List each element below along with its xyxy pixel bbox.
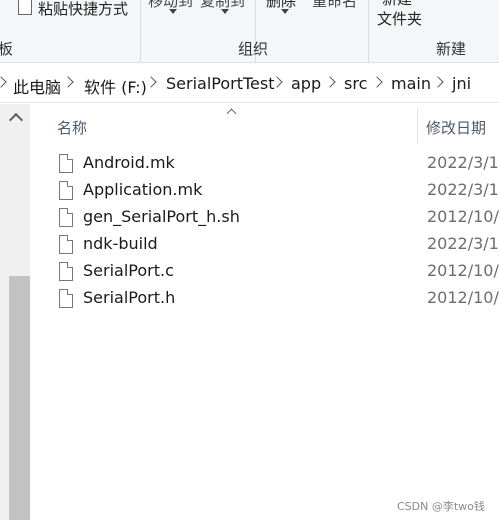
breadcrumb[interactable]: 此电脑 软件 (F:) SerialPortTest app src main … (0, 66, 499, 103)
file-row[interactable]: gen_SerialPort_h.sh 2012/10/3 (30, 205, 499, 232)
scrollbar-thumb[interactable] (9, 276, 30, 520)
breadcrumb-this-pc[interactable]: 此电脑 (13, 74, 61, 98)
file-modified-date: 2022/3/14 (427, 234, 499, 253)
ribbon-group-organize: 组织 (238, 40, 269, 58)
file-modified-date: 2012/10/3 (427, 207, 499, 226)
file-modified-date: 2022/3/14 (427, 180, 499, 199)
ribbon-group-new: 新建 (436, 40, 467, 58)
file-row[interactable]: SerialPort.c 2012/10/3 (30, 259, 499, 286)
breadcrumb-drive-f[interactable]: 软件 (F:) (84, 74, 147, 98)
column-header-modified[interactable]: 修改日期 (426, 117, 486, 138)
file-row[interactable]: SerialPort.h 2012/10/3 (30, 286, 499, 313)
column-header-name[interactable]: 名称 (57, 117, 87, 138)
file-icon (59, 181, 73, 200)
breadcrumb-main[interactable]: main (391, 74, 431, 93)
file-name: Android.mk (83, 153, 175, 172)
paste-shortcut-button[interactable]: 粘贴快捷方式 (38, 0, 128, 19)
breadcrumb-jni[interactable]: jni (452, 74, 471, 93)
chevron-down-icon[interactable] (169, 9, 177, 14)
breadcrumb-src[interactable]: src (344, 74, 367, 93)
sort-ascending-icon (226, 108, 237, 119)
file-name: SerialPort.c (83, 261, 174, 280)
file-modified-date: 2012/10/3 (427, 261, 499, 280)
paste-shortcut-icon (18, 0, 32, 15)
file-row[interactable]: Application.mk 2022/3/14 (30, 178, 499, 205)
chevron-down-icon[interactable] (221, 9, 229, 14)
file-icon (59, 262, 73, 281)
ribbon-separator (140, 0, 141, 62)
chevron-down-icon[interactable] (281, 9, 289, 14)
ribbon-separator (368, 0, 369, 62)
file-icon (59, 154, 73, 173)
file-row[interactable]: ndk-build 2022/3/14 (30, 232, 499, 259)
watermark: CSDN @李two钱 (397, 500, 485, 513)
file-icon (59, 235, 73, 254)
ribbon: 粘贴快捷方式 移动到 复制到 删除 重命名 新建 文件夹 板 组织 新建 (0, 0, 499, 63)
file-name: ndk-build (83, 234, 158, 253)
file-row[interactable]: Android.mk 2022/3/14 (30, 151, 499, 178)
file-modified-date: 2012/10/3 (427, 288, 499, 307)
file-name: Application.mk (83, 180, 203, 199)
new-folder-button[interactable]: 文件夹 (377, 8, 422, 29)
file-name: gen_SerialPort_h.sh (83, 207, 240, 226)
chevron-right-icon[interactable] (371, 76, 383, 88)
file-icon (59, 289, 73, 308)
chevron-right-icon[interactable] (324, 76, 336, 88)
chevron-right-icon[interactable] (432, 76, 444, 88)
file-name: SerialPort.h (83, 288, 176, 307)
file-modified-date: 2022/3/14 (427, 153, 499, 172)
chevron-right-icon[interactable] (62, 76, 74, 88)
rename-button[interactable]: 重命名 (312, 0, 357, 11)
chevron-right-icon (0, 76, 7, 88)
column-divider[interactable] (417, 108, 418, 144)
breadcrumb-serialporttest[interactable]: SerialPortTest (166, 74, 275, 93)
ribbon-group-clipboard: 板 (0, 38, 13, 59)
chevron-right-icon[interactable] (145, 76, 157, 88)
breadcrumb-app[interactable]: app (291, 74, 321, 93)
file-icon (59, 208, 73, 227)
